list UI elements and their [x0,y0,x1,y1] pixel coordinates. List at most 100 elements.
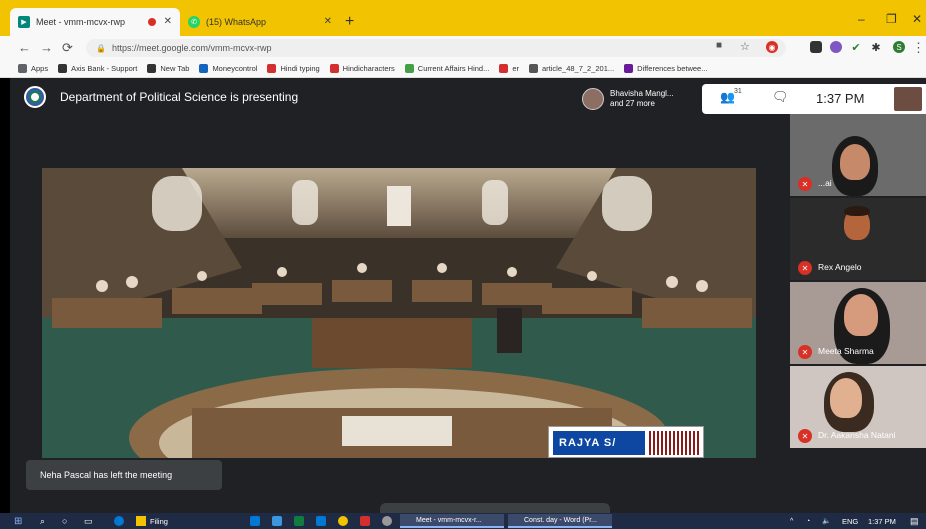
participant-face [830,378,862,418]
meet-bottom-controls-peek[interactable] [380,503,610,513]
folder-icon [136,516,146,526]
participant-tile[interactable]: ✕ Rex Angelo [790,198,926,280]
app-icon[interactable] [382,516,392,526]
meet-favicon-icon: ▶ [18,16,30,28]
windows-taskbar: ⊞ ⌕ ○ ▭ Filing Meet - vmm-mcvx-r... Cons… [0,513,926,529]
participant-tile[interactable]: ✕ Dr. Aakansha Natani [790,366,926,448]
bookmark-item[interactable]: article_48_7_2_201... [529,64,614,73]
meeting-clock: 1:37 PM [816,91,865,106]
channel-caption: RAJYA S/ [548,426,704,458]
address-bar-row: ← → ⟳ 🔒 https://meet.google.com/vmm-mcvx… [0,36,926,60]
participant-name: ...ai [818,178,832,188]
network-icon[interactable]: ◔ [806,515,810,527]
bookmark-item[interactable]: Hindi typing [267,64,320,73]
participant-tile[interactable]: ✕ Meeta Sharma [790,282,926,364]
bookmark-favicon-icon [404,64,414,73]
notification-icon[interactable]: ▤ [910,515,919,527]
bookmark-item[interactable]: Hindicharacters [329,64,395,73]
excel-icon[interactable] [294,516,304,526]
back-button[interactable]: ← [18,40,31,55]
new-tab-button[interactable]: + [345,13,354,31]
bookmark-item[interactable]: er [499,64,519,73]
app-icon[interactable] [250,516,260,526]
bookmark-favicon-icon [18,64,27,73]
bookmark-favicon-icon [529,64,539,73]
extension-icon[interactable]: ◉ [766,41,778,53]
left-meeting-toast: Neha Pascal has left the meeting [26,460,222,490]
windows-start-icon[interactable]: ⊞ [14,515,22,527]
bookmark-label: Current Affairs Hind... [417,64,490,73]
participant-name: Meeta Sharma [818,346,874,356]
cortana-icon[interactable]: ○ [62,515,67,527]
url-bar[interactable]: 🔒 https://meet.google.com/vmm-mcvx-rwp [86,39,786,57]
self-view-thumbnail[interactable] [894,87,922,111]
bookmark-label: New Tab [160,64,190,73]
department-logo [24,86,46,108]
toast-text: Neha Pascal has left the meeting [40,470,173,480]
channel-name: RAJYA S/ [553,431,645,455]
taskbar-app-filing[interactable]: Filing [136,515,168,527]
mic-off-icon: ✕ [798,345,812,359]
bookmark-label: Axis Bank - Support [71,64,138,73]
bookmark-item[interactable]: New Tab [147,64,189,73]
bookmark-item[interactable]: Apps [18,64,48,73]
puzzle-extensions-icon[interactable]: ✱ [870,41,882,54]
participant-hair [844,206,870,216]
bookmark-favicon-icon [329,64,339,73]
chrome-icon[interactable] [338,516,348,526]
tab-close-icon[interactable]: ✕ [324,16,332,27]
avatar [582,88,604,110]
minimize-button[interactable]: – [858,12,865,26]
close-window-button[interactable]: ✕ [912,12,922,26]
bookmark-item[interactable]: Moneycontrol [199,64,257,73]
tab-whatsapp[interactable]: ✆ (15) WhatsApp ✕ [180,8,340,36]
url-text: https://meet.google.com/vmm-mcvx-rwp [111,43,272,53]
mic-off-icon: ✕ [798,429,812,443]
taskbar-app-word[interactable]: Const. day - Word (Pr... [508,514,612,528]
reload-button[interactable]: ⟳ [62,40,73,56]
app-icon[interactable] [272,516,282,526]
bookmark-item[interactable]: Axis Bank - Support [58,64,137,73]
menu-kebab-icon[interactable]: ⋮ [912,40,925,56]
restore-button[interactable]: ❐ [886,12,897,26]
app-icon[interactable] [316,516,326,526]
people-icon[interactable]: 👥 [720,90,735,104]
bookmark-item[interactable]: Current Affairs Hind... [404,64,490,73]
participant-name: Rex Angelo [818,262,862,272]
taskbar-clock[interactable]: 1:37 PM [868,515,896,527]
participant-count: 31 [734,88,742,95]
mic-off-icon: ✕ [798,177,812,191]
extension-icon[interactable] [810,41,822,53]
forward-button[interactable]: → [40,40,53,55]
chat-icon[interactable]: 🗨 [772,89,789,105]
tab-meet[interactable]: ▶ Meet - vmm-mcvx-rwp ✕ [10,8,180,36]
channel-logo [649,431,699,455]
bookmark-item[interactable]: Differences betwee... [624,64,707,73]
browser-tab-strip: ▶ Meet - vmm-mcvx-rwp ✕ ✆ (15) WhatsApp … [0,0,926,36]
acrobat-icon[interactable] [360,516,370,526]
bookmark-favicon-icon [58,64,68,73]
edge-icon[interactable] [114,516,124,526]
search-icon[interactable]: ⌕ [40,515,45,527]
camera-in-use-icon[interactable]: ■ [716,40,722,51]
participant-tile[interactable]: ✕ ...ai [790,114,926,196]
participant-face [840,144,870,180]
taskbar-app-meet[interactable]: Meet - vmm-mcvx-r... [400,514,504,528]
task-view-icon[interactable]: ▭ [84,515,93,527]
tray-chevron-icon[interactable]: ^ [790,515,793,527]
mic-off-icon: ✕ [798,261,812,275]
tab-close-icon[interactable]: ✕ [164,16,172,27]
bookmark-favicon-icon [499,64,509,73]
extension-icon[interactable] [830,41,842,53]
parliament-hall-image [42,168,756,458]
checkmark-extension-icon[interactable]: ✔ [850,41,862,54]
volume-icon[interactable]: 🔈 [822,515,831,527]
language-indicator[interactable]: ENG [842,515,858,527]
bookmark-label: er [512,64,520,73]
bookmark-label: Differences betwee... [637,64,708,73]
whatsapp-favicon-icon: ✆ [188,16,200,28]
profile-avatar[interactable]: S [893,41,905,53]
participants-chip[interactable]: Bhavisha Mangl... and 27 more [582,86,710,112]
bookmark-star-icon[interactable]: ☆ [740,40,750,53]
bookmark-label: Hindicharacters [342,64,395,73]
